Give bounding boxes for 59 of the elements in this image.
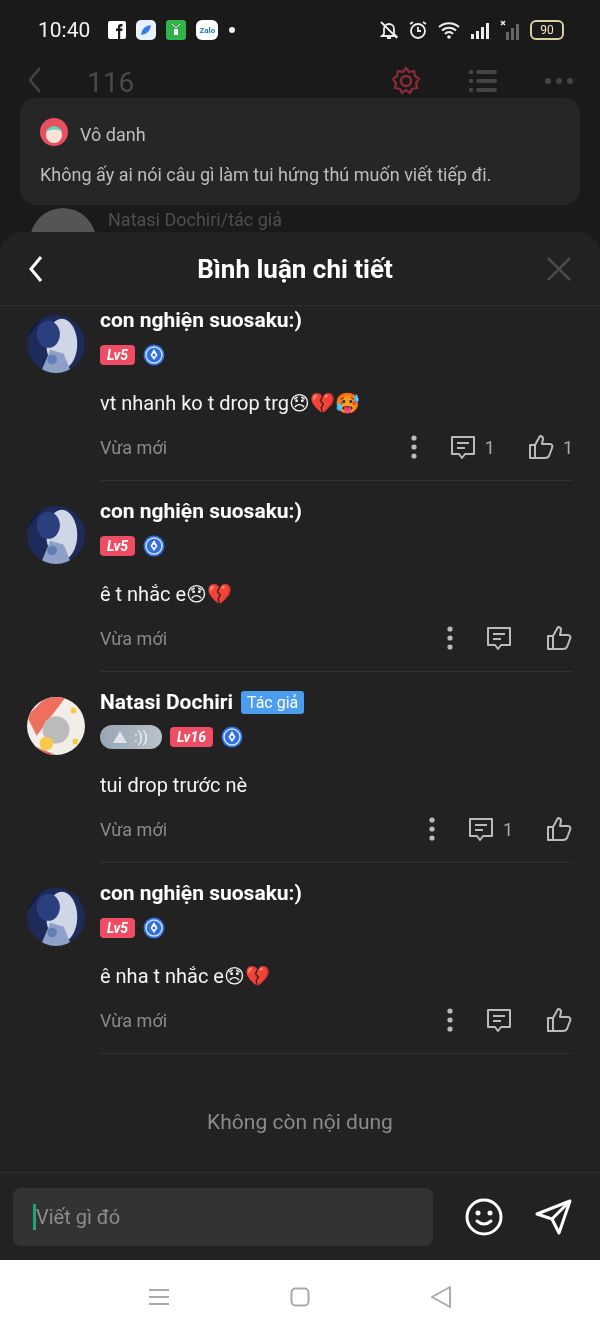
comment-text: ê t nhắc e😞💔 <box>100 581 233 608</box>
comment-author: con nghiện suosaku:) <box>100 308 302 332</box>
thumbs-up-icon <box>545 815 573 843</box>
battery-indicator: 90 <box>530 20 564 40</box>
more-icon[interactable] <box>428 817 435 841</box>
dot-icon <box>228 26 237 34</box>
like-button[interactable] <box>545 1006 573 1034</box>
reply-button[interactable] <box>485 624 513 652</box>
like-button[interactable] <box>545 815 573 843</box>
wifi-icon <box>438 21 460 39</box>
level-badge: Lv5 <box>100 918 136 938</box>
badge-text: :)) <box>134 728 149 746</box>
facebook-icon <box>108 21 127 39</box>
emoji-icon[interactable] <box>464 1196 504 1237</box>
end-of-list-text: Không còn nội dung <box>206 1110 394 1134</box>
comment-icon <box>448 433 477 461</box>
more-icon[interactable] <box>447 1008 453 1032</box>
like-button[interactable] <box>545 624 573 652</box>
no-signal-icon <box>500 20 520 40</box>
comment-text: tui drop trước nè <box>100 772 249 799</box>
muted-bell-icon <box>380 20 398 40</box>
comment-text: Không ấy ai nói câu gì làm tui hứng thú muốn viết tiếp đi. <box>40 164 493 185</box>
comment-author: con nghiện suosaku:) <box>100 881 302 905</box>
more-icon[interactable] <box>410 435 417 459</box>
comment-text: vt nhanh ko t drop trg😞💔🥵 <box>100 390 361 417</box>
pen-badge-icon <box>143 917 166 939</box>
triangle-icon <box>112 730 128 744</box>
thumbs-up-icon <box>526 433 555 461</box>
reply-button[interactable]: 1 <box>448 433 495 461</box>
comment-icon <box>485 1006 513 1034</box>
comment-time: Vừa mới <box>100 818 168 840</box>
comment-author: Natasi Dochiri <box>100 690 233 714</box>
reply-button[interactable] <box>485 1006 513 1034</box>
more-icon[interactable] <box>447 626 453 650</box>
comment-time: Vừa mới <box>100 436 168 458</box>
thumbs-up-icon <box>545 624 573 652</box>
alarm-icon <box>408 20 428 40</box>
reply-button[interactable]: 1 <box>466 815 513 843</box>
comment-time: Vừa mới <box>100 1009 168 1031</box>
like-button[interactable]: 1 <box>526 433 573 461</box>
comment-input[interactable]: Viết gì đó <box>13 1187 433 1246</box>
zalo-icon: Zalo <box>196 20 219 40</box>
comment-author: Vô danh <box>80 123 146 145</box>
comment-icon <box>485 624 513 652</box>
author-tag: Tác giả <box>241 690 305 714</box>
comment-icon <box>466 815 495 843</box>
pen-badge-icon <box>143 535 166 557</box>
comment-text: ê nha t nhắc e😞💔 <box>100 963 271 990</box>
level-badge: Lv5 <box>100 345 136 365</box>
sheet-title: Bình luận chi tiết <box>196 253 394 284</box>
comment-author: con nghiện suosaku:) <box>100 499 302 523</box>
level-badge: Lv5 <box>100 536 136 556</box>
pen-badge-icon <box>221 726 244 748</box>
level-badge: Lv16 <box>170 727 214 747</box>
comment-time: Vừa mới <box>100 627 168 649</box>
pen-badge-icon <box>143 344 166 366</box>
signal-icon <box>470 21 490 39</box>
status-time: 10:40 <box>38 18 91 42</box>
thumbs-up-icon <box>545 1006 573 1034</box>
